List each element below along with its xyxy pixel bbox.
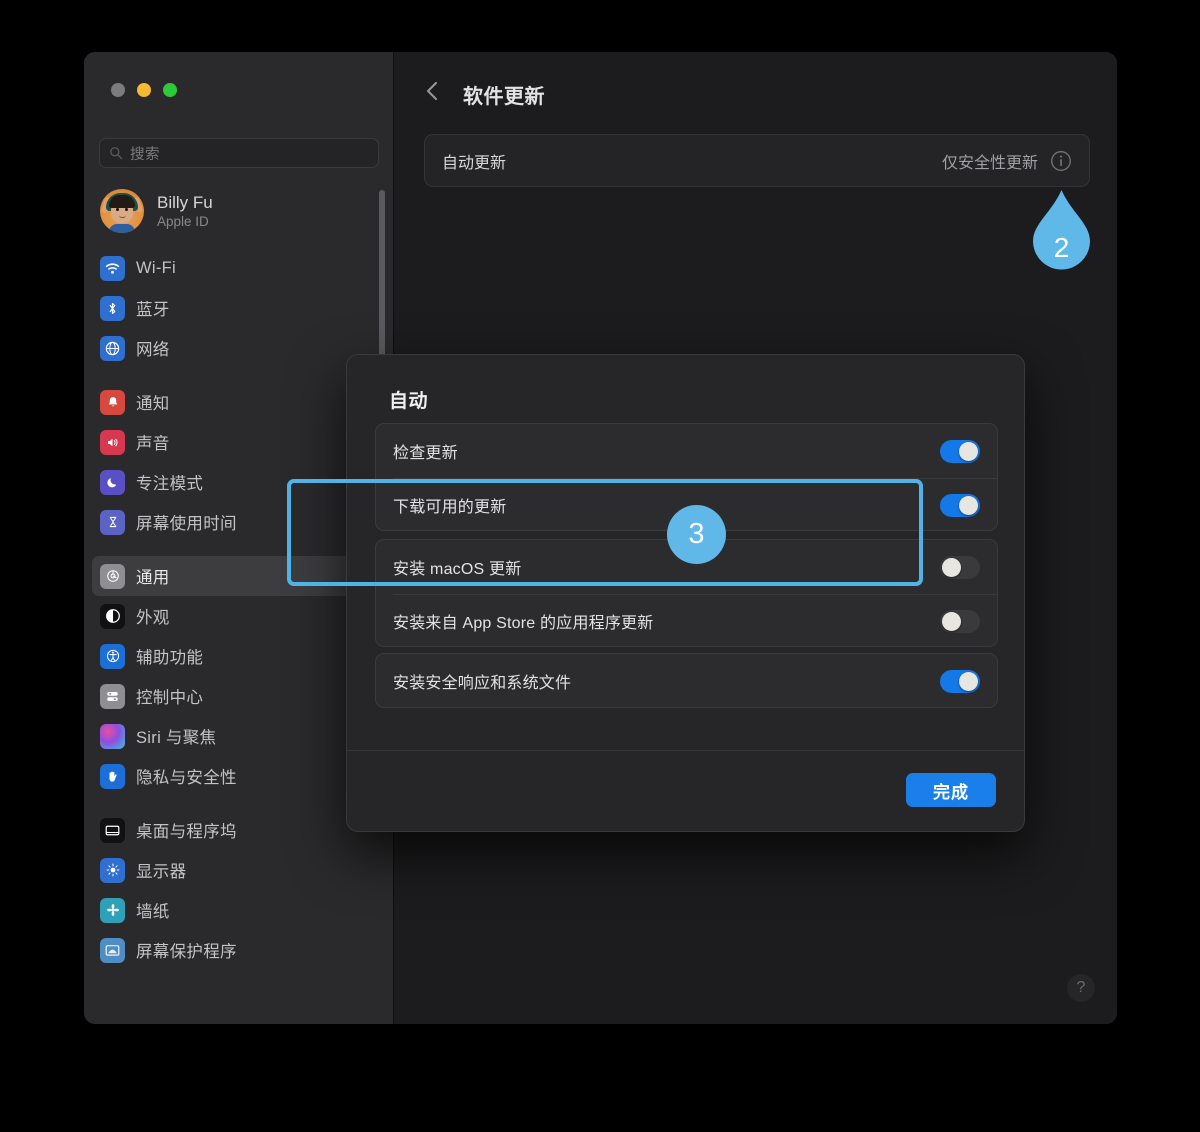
search-placeholder: 搜索 — [130, 146, 160, 163]
sheet-group-check-download: 检查更新 下载可用的更新 — [375, 423, 998, 531]
search-icon — [110, 147, 123, 160]
control-center-icon — [100, 683, 125, 709]
sidebar-item-label: 辅助功能 — [136, 649, 204, 667]
sidebar-item-screensaver[interactable]: 屏幕保护程序 — [92, 930, 385, 970]
auto-update-label: 自动更新 — [442, 154, 507, 172]
help-button[interactable]: ? — [1067, 974, 1095, 1002]
sidebar-nav: Wi-Fi 蓝牙 网络 通知 声音 专注模式 屏幕使用时间 通用 外观 辅助功能… — [92, 248, 385, 984]
sidebar-item-bluetooth[interactable]: 蓝牙 — [92, 288, 385, 328]
sidebar-item-network[interactable]: 网络 — [92, 328, 385, 368]
setting-row-download-updates[interactable]: 下载可用的更新 — [376, 478, 997, 530]
sidebar-item-wallpaper[interactable]: 墙纸 — [92, 890, 385, 930]
setting-row-install-macos-updates[interactable]: 安装 macOS 更新 — [376, 540, 997, 594]
sidebar-item-label: 通知 — [136, 395, 170, 413]
page-title: 软件更新 — [463, 86, 545, 108]
sidebar-item-privacy-security[interactable]: 隐私与安全性 — [92, 756, 385, 796]
sidebar-group-desktop: 桌面与程序坞 显示器 墙纸 屏幕保护程序 — [92, 810, 385, 970]
sidebar-item-label: 隐私与安全性 — [136, 769, 237, 787]
chevron-left-icon[interactable] — [424, 80, 442, 102]
toggle-download-updates[interactable] — [940, 493, 980, 517]
sidebar-group-network: Wi-Fi 蓝牙 网络 — [92, 248, 385, 368]
toggle-install-macos-updates[interactable] — [940, 555, 980, 579]
sidebar-item-control-center[interactable]: 控制中心 — [92, 676, 385, 716]
toggle-check-updates[interactable] — [940, 439, 980, 463]
minimize-button[interactable] — [137, 83, 151, 97]
sidebar-item-label: 专注模式 — [136, 475, 204, 493]
toggle-install-app-store-updates[interactable] — [940, 609, 980, 633]
setting-row-install-app-store-updates[interactable]: 安装来自 App Store 的应用程序更新 — [376, 594, 997, 646]
setting-label: 安装 macOS 更新 — [393, 561, 522, 578]
sheet-group-security-responses: 安装安全响应和系统文件 — [375, 653, 998, 708]
traffic-lights — [111, 83, 177, 97]
auto-update-row[interactable]: 自动更新 仅安全性更新 — [424, 134, 1090, 187]
sidebar-group-system: 通用 外观 辅助功能 控制中心 Siri 与聚焦 隐私与安全性 — [92, 556, 385, 796]
auto-update-value: 仅安全性更新 — [941, 154, 1038, 172]
hourglass-icon — [100, 509, 125, 535]
toolbar: 软件更新 — [394, 52, 1117, 134]
sidebar-item-label: Wi-Fi — [136, 258, 176, 277]
account-row[interactable]: Billy Fu Apple ID — [92, 182, 385, 240]
siri-icon — [100, 723, 125, 749]
sidebar-item-general[interactable]: 通用 — [92, 556, 385, 596]
sidebar-item-desktop-dock[interactable]: 桌面与程序坞 — [92, 810, 385, 850]
appearance-icon — [100, 603, 125, 629]
toggle-security-responses[interactable] — [940, 669, 980, 693]
bluetooth-icon — [100, 295, 125, 321]
sidebar-item-label: Siri 与聚焦 — [136, 729, 217, 747]
sheet-group-install: 安装 macOS 更新 安装来自 App Store 的应用程序更新 — [375, 539, 998, 647]
setting-label: 安装来自 App Store 的应用程序更新 — [393, 615, 654, 632]
sidebar-group-alerts: 通知 声音 专注模式 屏幕使用时间 — [92, 382, 385, 542]
account-name: Billy Fu — [157, 192, 213, 212]
search-input[interactable]: 搜索 — [99, 138, 379, 168]
speaker-icon — [100, 429, 125, 455]
screensaver-icon — [100, 937, 125, 963]
account-subtitle: Apple ID — [157, 213, 209, 229]
sidebar-item-label: 桌面与程序坞 — [136, 823, 237, 841]
display-icon — [100, 857, 125, 883]
setting-row-security-responses[interactable]: 安装安全响应和系统文件 — [376, 654, 997, 707]
desktop-dock-icon — [100, 817, 125, 843]
accessibility-icon — [100, 643, 125, 669]
hand-privacy-icon — [100, 763, 125, 789]
sidebar-item-focus[interactable]: 专注模式 — [92, 462, 385, 502]
maximize-button[interactable] — [163, 83, 177, 97]
bell-icon — [100, 389, 125, 415]
sidebar-item-screen-time[interactable]: 屏幕使用时间 — [92, 502, 385, 542]
sidebar-item-label: 通用 — [136, 569, 170, 587]
sidebar-item-label: 显示器 — [136, 863, 187, 881]
done-button[interactable]: 完成 — [906, 773, 996, 807]
sidebar-item-label: 外观 — [136, 609, 170, 627]
sidebar-item-label: 墙纸 — [136, 903, 170, 921]
setting-label: 检查更新 — [393, 445, 458, 462]
network-icon — [100, 335, 125, 361]
sidebar-item-sound[interactable]: 声音 — [92, 422, 385, 462]
system-settings-window: 搜索 Billy Fu Apple ID Wi-Fi 蓝牙 网络 通知 声音 专… — [84, 52, 1117, 1024]
setting-label: 下载可用的更新 — [393, 499, 507, 516]
sidebar-item-label: 屏幕使用时间 — [136, 515, 237, 533]
sheet-title: 自动 — [389, 391, 429, 412]
sidebar-item-accessibility[interactable]: 辅助功能 — [92, 636, 385, 676]
gear-icon — [100, 563, 125, 589]
wifi-icon — [100, 255, 125, 281]
sidebar-item-label: 控制中心 — [136, 689, 204, 707]
sidebar-item-label: 屏幕保护程序 — [136, 943, 237, 961]
sheet-divider — [347, 750, 1024, 751]
sidebar-item-displays[interactable]: 显示器 — [92, 850, 385, 890]
close-button[interactable] — [111, 83, 125, 97]
sidebar-item-siri-spotlight[interactable]: Siri 与聚焦 — [92, 716, 385, 756]
setting-label: 安装安全响应和系统文件 — [393, 675, 572, 692]
sidebar-item-label: 蓝牙 — [136, 301, 170, 319]
sidebar-item-label: 网络 — [136, 341, 170, 359]
setting-row-check-updates[interactable]: 检查更新 — [376, 424, 997, 478]
automatic-updates-sheet: 自动 检查更新 下载可用的更新 安装 macOS 更新 安装来自 App Sto… — [346, 354, 1025, 832]
moon-icon — [100, 469, 125, 495]
sidebar-item-wifi[interactable]: Wi-Fi — [92, 248, 385, 288]
sidebar-item-label: 声音 — [136, 435, 170, 453]
avatar — [100, 189, 144, 233]
sidebar-item-appearance[interactable]: 外观 — [92, 596, 385, 636]
wallpaper-icon — [100, 897, 125, 923]
info-circle-icon[interactable] — [1050, 150, 1072, 172]
sidebar-item-notifications[interactable]: 通知 — [92, 382, 385, 422]
